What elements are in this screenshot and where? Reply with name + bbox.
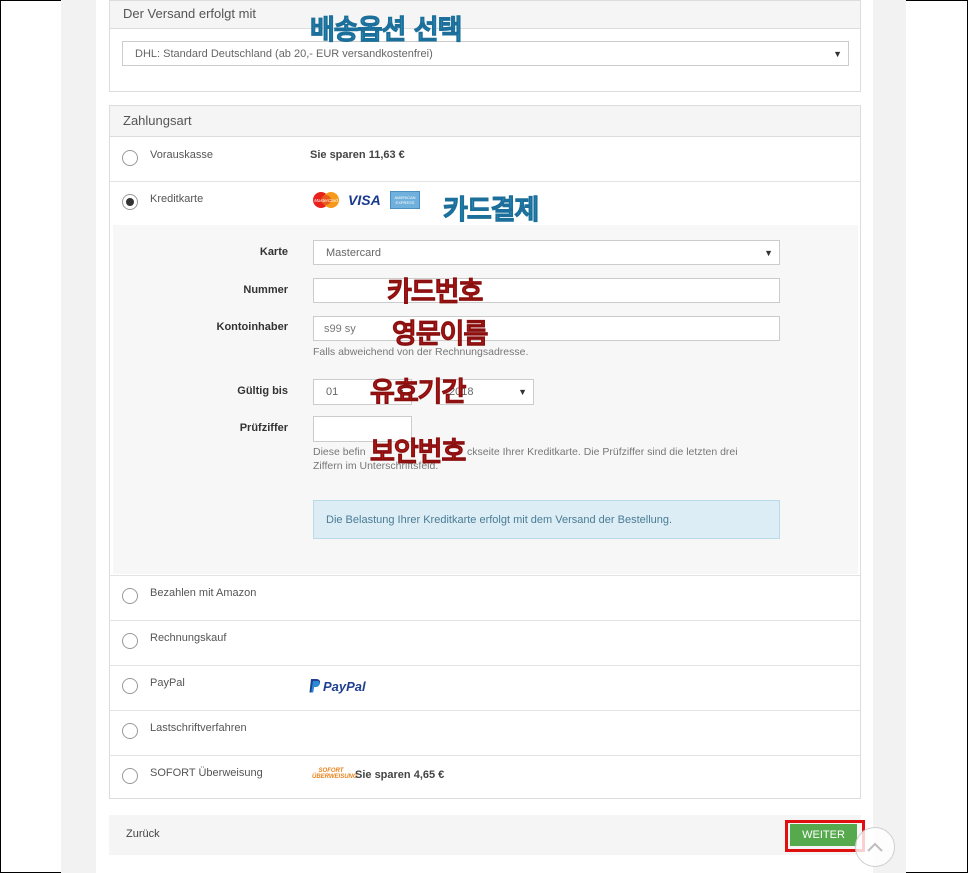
payment-option-label: SOFORT Überweisung <box>150 767 263 779</box>
radio-kreditkarte[interactable] <box>122 194 138 210</box>
payment-option-label: Bezahlen mit Amazon <box>150 587 257 599</box>
chevron-up-icon <box>867 842 883 852</box>
annotation-shipping: 배송옵션 선택 <box>309 15 462 47</box>
chevron-down-icon: ▼ <box>518 387 527 397</box>
annotation-security-code: 보안번호 <box>370 437 467 469</box>
cardholder-input[interactable]: s99 sy <box>313 316 780 341</box>
shipping-header: Der Versand erfolgt mit <box>110 1 860 29</box>
card-type-select[interactable]: Mastercard ▼ <box>313 240 780 265</box>
radio-amazon[interactable] <box>122 588 138 604</box>
annotation-english-name: 영문이름 <box>392 319 489 351</box>
billing-info-box: Die Belastung Ihrer Kreditkarte erfolgt … <box>313 500 780 539</box>
paypal-logo-text: PayPal <box>323 678 366 694</box>
payment-option-sofort[interactable]: SOFORT Überweisung SOFORT ÜBERWEISUNG Si… <box>110 755 860 799</box>
radio-rechnungskauf[interactable] <box>122 633 138 649</box>
svg-text:MasterCard: MasterCard <box>314 198 338 203</box>
payment-option-vorauskasse[interactable]: Vorauskasse Sie sparen 11,63 € <box>110 136 860 181</box>
visa-logo: VISA <box>348 192 384 208</box>
kontoinhaber-label: Kontoinhaber <box>216 321 289 333</box>
payment-option-label: Vorauskasse <box>150 149 213 161</box>
shipping-header-label: Der Versand erfolgt mit <box>123 6 256 21</box>
amex-logo: AMERICAN EXPRESS <box>390 191 420 209</box>
savings-note: Sie sparen 4,65 € <box>355 769 445 781</box>
card-number-input[interactable] <box>313 278 780 303</box>
sofort-logo-text: SOFORT ÜBERWEISUNG <box>312 768 358 780</box>
mastercard-logo: MasterCard <box>311 191 341 209</box>
paypal-logo: PayPal <box>309 677 366 695</box>
radio-paypal[interactable] <box>122 678 138 694</box>
nummer-label: Nummer <box>243 284 288 296</box>
scroll-to-top-button[interactable] <box>855 827 895 867</box>
visa-logo-text: VISA <box>348 192 381 208</box>
card-type-value: Mastercard <box>326 246 382 259</box>
shipping-panel: Der Versand erfolgt mit DHL: Standard De… <box>109 0 861 92</box>
payment-header: Zahlungsart <box>110 106 860 137</box>
cardholder-value: s99 sy <box>324 322 356 335</box>
karte-label: Karte <box>259 246 288 258</box>
payment-option-label: PayPal <box>150 677 185 689</box>
sofort-logo: SOFORT ÜBERWEISUNG <box>312 768 358 782</box>
payment-option-amazon[interactable]: Bezahlen mit Amazon <box>110 575 860 620</box>
payment-option-lastschrift[interactable]: Lastschriftverfahren <box>110 710 860 755</box>
security-code-help-end: ckseite Ihrer Kreditkarte. Die Prüfziffe… <box>467 446 738 458</box>
billing-info-text: Die Belastung Ihrer Kreditkarte erfolgt … <box>326 513 673 526</box>
annotation-card-number: 카드번호 <box>387 277 484 309</box>
expiry-month-value: 01 <box>326 386 339 398</box>
shipping-select[interactable]: DHL: Standard Deutschland (ab 20,- EUR v… <box>122 41 849 66</box>
weiter-button[interactable]: WEITER <box>790 824 857 846</box>
amex-logo-text: AMERICAN EXPRESS <box>394 195 416 205</box>
radio-sofort[interactable] <box>122 768 138 784</box>
checkout-footer: Zurück <box>109 815 861 855</box>
annotation-card-payment: 카드결제 <box>442 195 539 227</box>
security-code-help-start: Diese befin <box>313 446 366 458</box>
radio-vorauskasse[interactable] <box>122 150 138 166</box>
chevron-down-icon: ▼ <box>764 247 773 258</box>
chevron-down-icon: ▼ <box>833 48 842 59</box>
gueltig-label: Gültig bis <box>237 385 288 397</box>
savings-note: Sie sparen 11,63 € <box>310 149 405 161</box>
payment-option-label: Kreditkarte <box>150 193 204 205</box>
radio-lastschrift[interactable] <box>122 723 138 739</box>
payment-option-rechnungskauf[interactable]: Rechnungskauf <box>110 620 860 665</box>
pruefziffer-label: Prüfziffer <box>239 422 288 434</box>
annotation-expiry: 유효기간 <box>370 377 467 409</box>
back-link[interactable]: Zurück <box>126 828 160 840</box>
payment-header-label: Zahlungsart <box>123 113 192 128</box>
shipping-select-value: DHL: Standard Deutschland (ab 20,- EUR v… <box>135 47 433 60</box>
payment-option-label: Rechnungskauf <box>150 632 227 644</box>
payment-option-paypal[interactable]: PayPal PayPal <box>110 665 860 710</box>
payment-option-label: Lastschriftverfahren <box>150 722 247 734</box>
